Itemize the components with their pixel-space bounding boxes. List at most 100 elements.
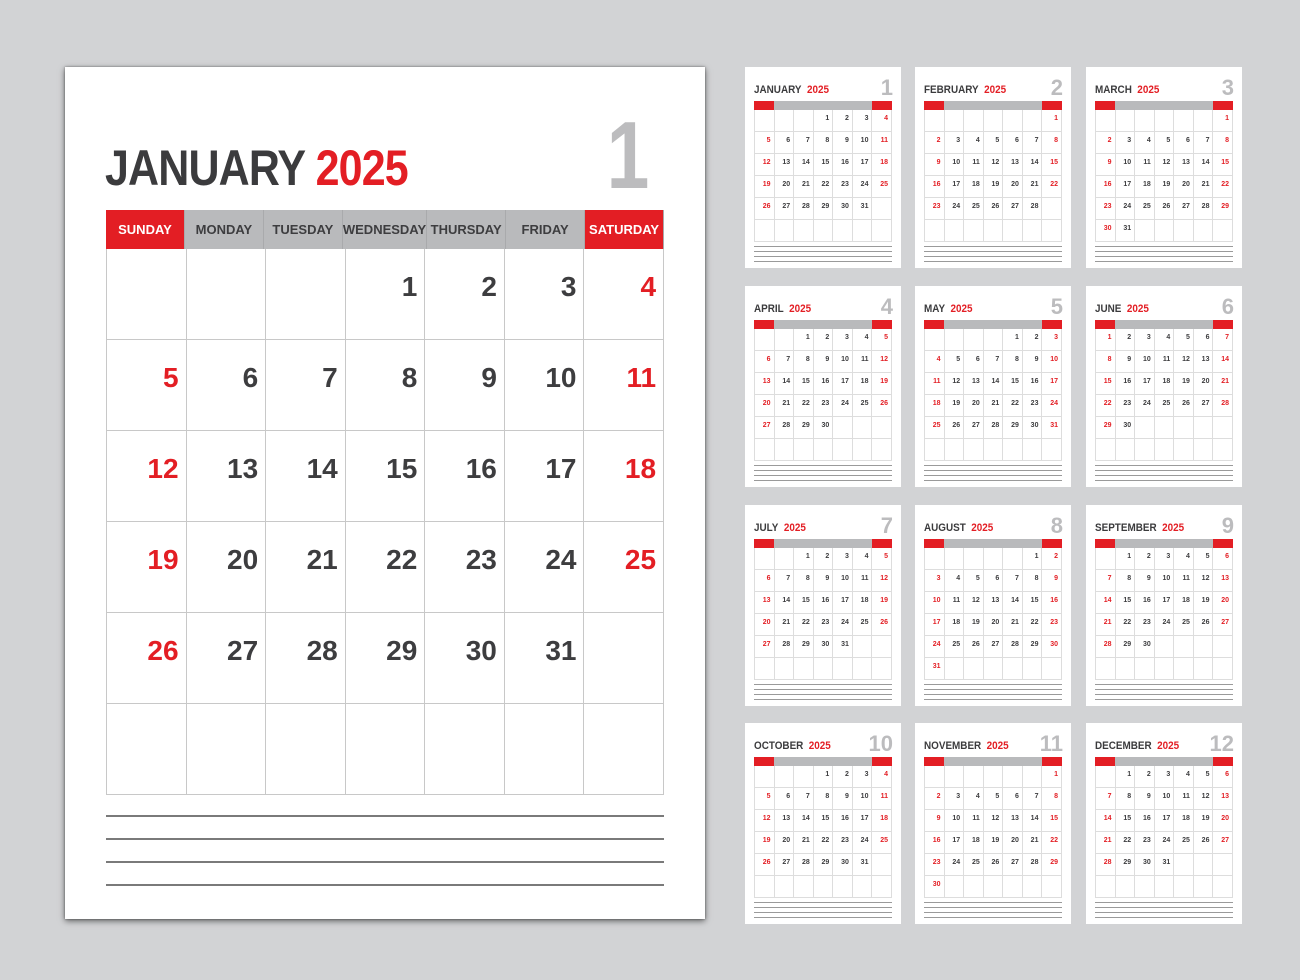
thumbnail-day-number: 8 [825,137,830,144]
thumbnail-grid: 1 2 3 4 5 6 7 8 9 10 11 12 13 14 15 16 17 18 19 20 21 22 23 24 2… [754,320,893,461]
day-cell: 3 [505,249,585,339]
thumbnail-day-cell [1023,220,1043,241]
thumbnail-day-cell: 21 [794,176,814,197]
thumbnail-day-cell: 10 [1042,351,1063,372]
thumbnail-day-cell: 13 [1003,154,1023,175]
thumbnail-day-number: 27 [782,203,791,210]
day-cell [584,613,665,703]
thumbnail-day-cell: 9 [1096,154,1116,175]
week-row: 26 27 28 29 30 31 [107,613,665,704]
thumbnail-day-cell: 15 [1116,592,1136,613]
thumbnail-day-cell: 4 [853,548,873,569]
thumbnail-day-number: 2 [1034,334,1039,341]
thumbnail-day-number: 4 [975,137,980,144]
thumbnail-day-cell [775,876,795,897]
thumbnail-day-cell: 6 [984,570,1004,591]
thumbnail-day-number: 9 [1146,793,1151,800]
thumbnail-week-row: 1 2 3 [924,329,1063,351]
featured-calendar-page: JANUARY 2025 1 SUNDAY MONDAY TUESDAY WEDNES… [65,67,705,919]
thumbnail-month-number: 8 [1050,513,1063,538]
thumbnail-day-cell: 24 [945,198,965,219]
thumbnail-day-cell: 26 [984,198,1004,219]
thumbnail-day-number: 5 [975,575,980,582]
thumbnail-weekday-header [963,101,984,110]
day-cell: 2 [425,249,505,339]
thumbnail-day-cell [1023,876,1043,897]
thumbnail-day-cell: 23 [1135,614,1155,635]
thumbnail-note-line [924,699,1062,700]
thumbnail-day-number: 17 [1142,378,1151,385]
day-number: 12 [147,453,179,484]
thumbnail-day-cell: 23 [1023,395,1043,416]
thumbnail-day-cell: 21 [1194,176,1214,197]
thumbnail-note-line [924,689,1062,690]
thumbnail-day-cell: 3 [945,132,965,153]
thumbnail-day-cell: 13 [755,592,775,613]
thumbnail-day-number: 4 [936,356,941,363]
thumbnail-day-number: 26 [991,859,1000,866]
thumbnail-day-cell: 10 [1135,351,1155,372]
thumbnail-day-cell: 2 [925,788,945,809]
thumbnail-title: JULY 2025 [754,522,806,534]
thumbnail-weekday-header [983,101,1003,110]
thumbnail-weekday-header [1134,539,1155,548]
thumbnail-day-number: 25 [952,641,961,648]
thumbnail-day-cell: 14 [984,373,1004,394]
thumbnail-day-cell [853,658,873,679]
thumbnail-day-number: 1 [825,115,830,122]
thumbnail-day-number: 28 [1103,859,1112,866]
thumbnail-day-number: 3 [844,334,849,341]
thumbnail-year: 2025 [947,303,973,315]
thumbnail-day-number: 30 [1142,641,1151,648]
thumbnail-day-cell: 27 [775,198,795,219]
thumbnail-day-number: 2 [1054,553,1059,560]
thumbnail-day-cell: 24 [853,832,873,853]
thumbnail-day-cell: 5 [872,329,893,350]
thumbnail-day-number: 13 [991,597,1000,604]
weekday-friday: FRIDAY [506,210,586,249]
thumbnail-day-number: 2 [1107,137,1112,144]
thumbnail-month: FEBRUARY [924,84,979,96]
thumbnail-day-cell: 9 [1116,351,1136,372]
thumbnail-day-number: 6 [1014,137,1019,144]
thumbnail-grid: 1 2 3 4 5 6 7 8 9 10 11 12 13 14 15 16 17 18 19 20 21 22 23 24 2… [924,320,1063,461]
thumbnail-week-row [754,876,893,898]
thumbnail-day-cell: 20 [1003,176,1023,197]
thumbnail-day-cell: 3 [925,570,945,591]
thumbnail-weekday-header [1022,320,1043,329]
thumbnail-day-number: 10 [932,597,941,604]
thumbnail-note-line [1095,470,1233,471]
thumbnail-note-line [924,475,1062,476]
thumbnail-day-cell: 21 [775,395,795,416]
day-number: 25 [624,544,657,575]
day-number: 28 [306,635,338,666]
thumbnail-day-cell [945,110,965,131]
thumbnail-day-cell [1213,439,1234,460]
thumbnail-day-cell: 2 [814,329,834,350]
thumbnail-day-cell [1116,110,1136,131]
thumbnail-day-cell: 14 [775,592,795,613]
thumbnail-day-cell: 2 [1135,548,1155,569]
thumbnail-day-cell: 11 [945,592,965,613]
thumbnail-day-number: 1 [1225,115,1230,122]
day-number: 16 [465,453,497,484]
thumbnail-day-cell [794,439,814,460]
thumbnail-day-cell [872,220,893,241]
thumbnail-day-cell: 6 [1003,132,1023,153]
thumbnail-day-cell [755,329,775,350]
thumbnail-day-cell: 2 [1042,548,1063,569]
thumbnail-week-row: 6 7 8 9 10 11 12 [754,351,893,373]
thumbnail-day-number: 17 [1050,378,1059,385]
thumbnail-day-number: 5 [995,137,1000,144]
thumbnail-day-number: 23 [1142,837,1151,844]
day-number: 24 [545,544,577,575]
thumbnail-day-number: 16 [1103,181,1112,188]
thumbnail-title: JANUARY 2025 [754,84,829,96]
thumbnail-day-number: 11 [952,597,961,604]
thumbnail-week-row: 23 24 25 26 27 28 29 [1095,198,1234,220]
thumbnail-day-cell: 31 [833,636,853,657]
thumbnail-day-cell [1155,876,1175,897]
thumbnail-day-cell: 26 [984,854,1004,875]
thumbnail-day-cell [1023,766,1043,787]
thumbnail-day-number: 18 [971,837,980,844]
